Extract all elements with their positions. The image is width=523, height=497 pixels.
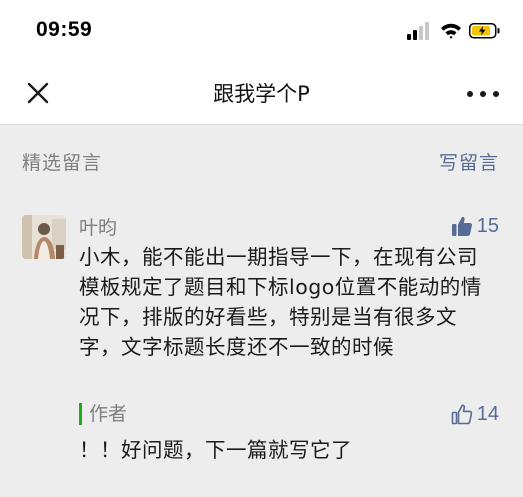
status-time: 09:59: [36, 18, 93, 41]
thumbs-up-filled-icon: [451, 216, 472, 236]
comment-author: 叶昀: [79, 217, 118, 239]
reply-like-count: 14: [476, 402, 499, 425]
section-title: 精选留言: [22, 152, 103, 174]
comment-like-button[interactable]: 15: [451, 213, 499, 239]
reply-author-label: 作者: [79, 403, 127, 425]
comments-section-header: 精选留言 写留言: [0, 125, 523, 195]
more-dots-icon: [467, 91, 499, 97]
status-icons: [407, 20, 503, 42]
comment-like-count: 15: [476, 214, 499, 237]
nav-bar: 跟我学个P: [0, 62, 523, 125]
comment-text: 小木，能不能出一期指导一下，在现有公司模板规定了题目和下标logo位置不能动的情…: [79, 245, 482, 359]
wifi-icon: [441, 23, 461, 39]
page-title: 跟我学个P: [213, 82, 310, 106]
status-bar: 09:59: [0, 0, 523, 62]
more-button[interactable]: [465, 84, 501, 104]
signal-icon: [407, 22, 429, 40]
write-comment-button[interactable]: 写留言: [439, 148, 499, 175]
avatar: [22, 215, 66, 259]
reply-text: ！！好问题，下一篇就写它了: [79, 438, 352, 462]
battery-icon: [469, 23, 500, 39]
reply-like-button[interactable]: 14: [451, 401, 499, 427]
thumbs-up-outline-icon: [451, 404, 472, 425]
